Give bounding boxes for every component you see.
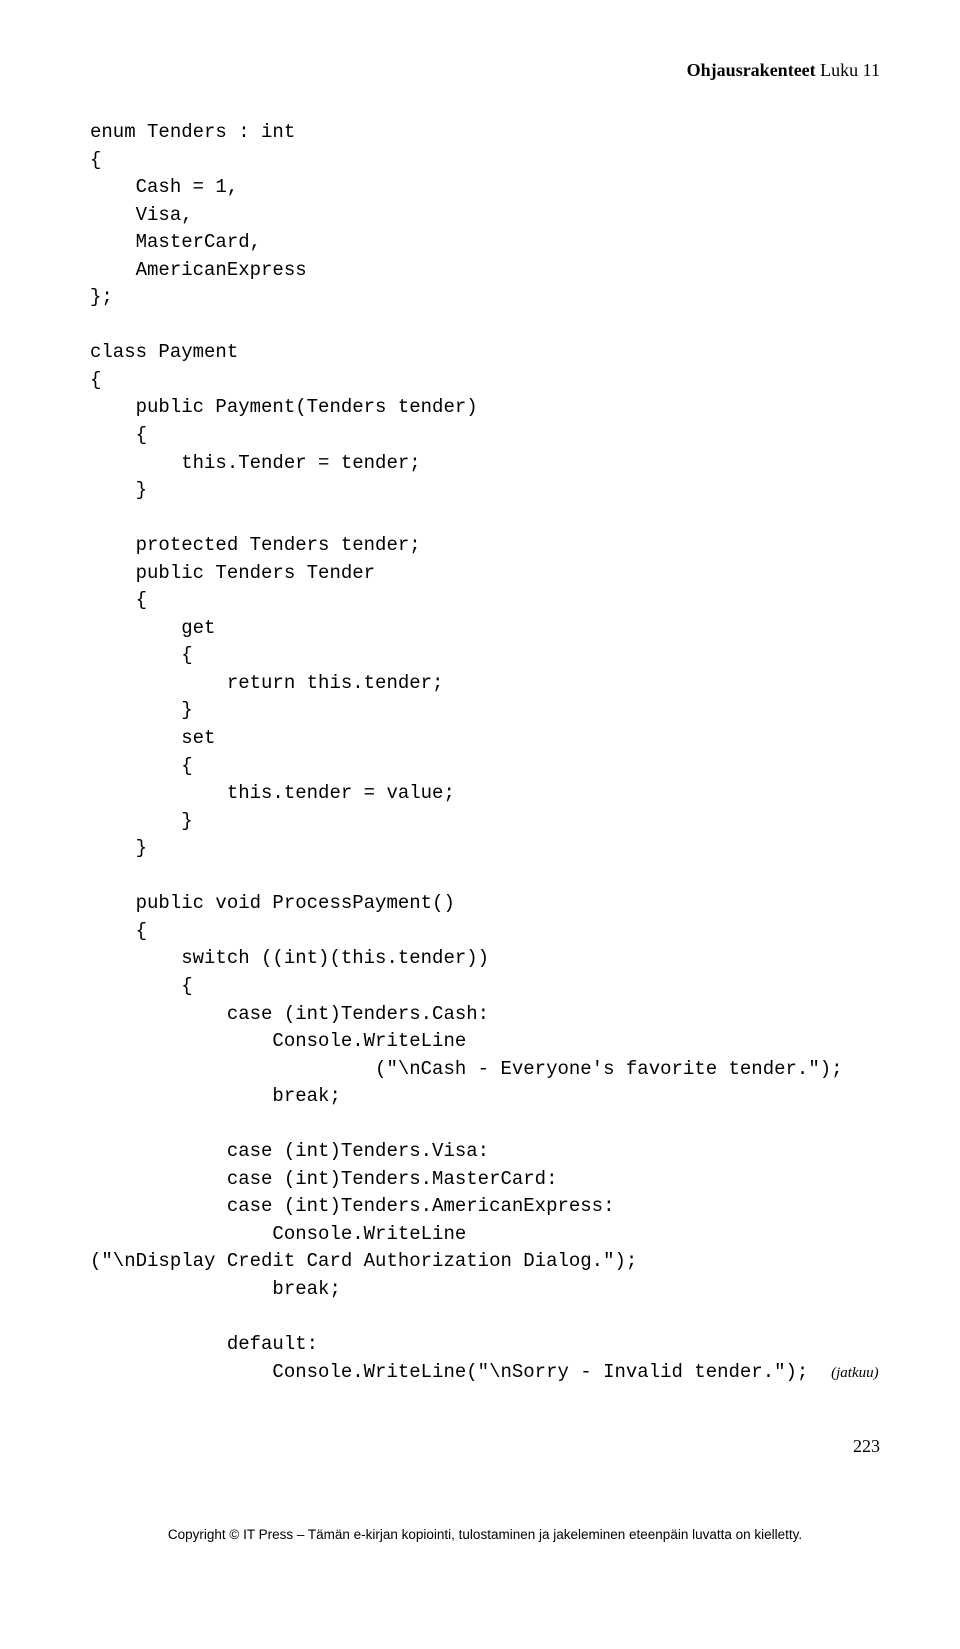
code-line: case (int)Tenders.Visa: [90,1140,489,1162]
copyright-footer: Copyright © IT Press – Tämän e-kirjan ko… [90,1527,880,1542]
page-number: 223 [90,1436,880,1457]
code-line: Visa, [90,204,193,226]
code-line: Console.WriteLine [90,1223,466,1245]
code-line: { [90,975,193,997]
code-line: return this.tender; [90,672,443,694]
code-line: protected Tenders tender; [90,534,421,556]
code-line: set [90,727,215,749]
code-line: { [90,149,101,171]
code-line: enum Tenders : int [90,121,295,143]
code-line: switch ((int)(this.tender)) [90,947,489,969]
code-line: Cash = 1, [90,176,238,198]
code-line: Console.WriteLine("\nSorry - Invalid ten… [90,1361,808,1383]
code-line: } [90,837,147,859]
code-line: case (int)Tenders.AmericanExpress: [90,1195,615,1217]
code-line: public Tenders Tender [90,562,375,584]
code-line: { [90,755,193,777]
code-block: enum Tenders : int { Cash = 1, Visa, Mas… [90,119,880,1386]
code-line: break; [90,1278,341,1300]
code-line: { [90,369,101,391]
code-line: } [90,810,193,832]
code-line: }; [90,286,113,308]
code-line: ("\nDisplay Credit Card Authorization Di… [90,1250,637,1272]
code-line: break; [90,1085,341,1107]
page: Ohjausrakenteet Luku 11 enum Tenders : i… [0,0,960,1602]
code-line: { [90,424,147,446]
code-line: this.tender = value; [90,782,455,804]
code-line: ("\nCash - Everyone's favorite tender.")… [90,1058,843,1080]
code-line: AmericanExpress [90,259,307,281]
code-line: this.Tender = tender; [90,452,421,474]
code-line: { [90,920,147,942]
code-line: { [90,644,193,666]
code-line: MasterCard, [90,231,261,253]
continuation-note: (jatkuu) [831,1365,878,1381]
header-chapter: Luku 11 [816,60,880,80]
code-line: } [90,479,147,501]
code-line: case (int)Tenders.MasterCard: [90,1168,557,1190]
code-line: get [90,617,215,639]
code-line: public void ProcessPayment() [90,892,455,914]
code-line: class Payment [90,341,238,363]
code-line: Console.WriteLine [90,1030,466,1052]
code-line: } [90,699,193,721]
header-title: Ohjausrakenteet [687,60,816,80]
page-header: Ohjausrakenteet Luku 11 [90,60,880,81]
code-line: public Payment(Tenders tender) [90,396,478,418]
code-line: case (int)Tenders.Cash: [90,1003,489,1025]
code-line: default: [90,1333,318,1355]
code-line: { [90,589,147,611]
